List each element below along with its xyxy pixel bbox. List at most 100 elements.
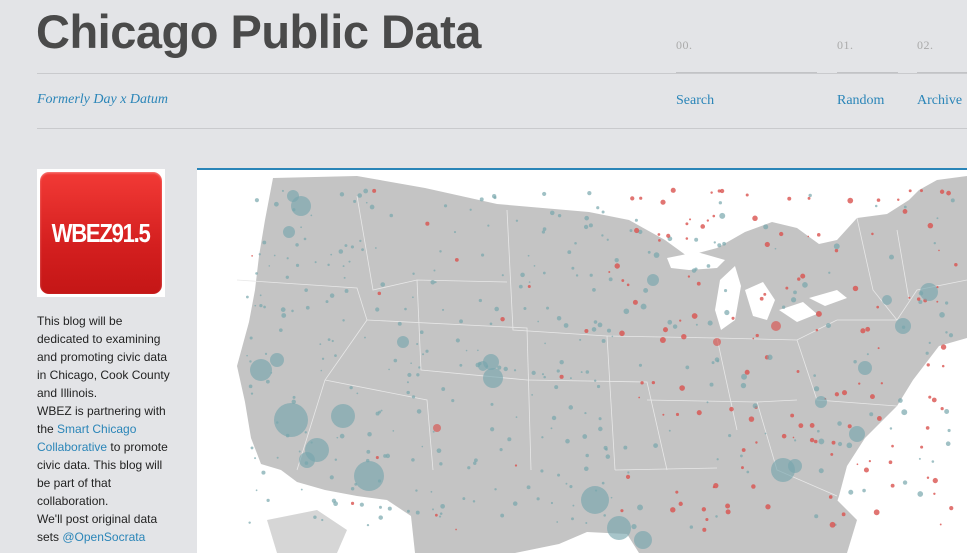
city-dot <box>713 338 721 346</box>
county-dot <box>268 265 271 267</box>
county-dot <box>631 523 637 530</box>
county-dot <box>583 224 589 230</box>
county-dot <box>717 189 721 193</box>
county-dot <box>614 257 619 263</box>
county-dot <box>634 218 638 222</box>
county-dot <box>869 412 874 417</box>
county-dot <box>718 201 723 205</box>
county-dot <box>712 214 716 218</box>
county-dot <box>549 210 555 216</box>
county-dot <box>954 263 958 267</box>
county-dot <box>873 509 880 516</box>
county-dot <box>407 372 412 378</box>
county-dot <box>748 416 755 422</box>
county-dot <box>344 289 349 293</box>
county-dot <box>250 392 254 395</box>
county-dot <box>941 364 945 368</box>
county-dot <box>639 196 643 200</box>
county-dot <box>389 213 394 218</box>
nav-link-random[interactable]: Random <box>837 93 884 109</box>
county-dot <box>862 488 866 493</box>
county-dot <box>249 336 253 340</box>
county-dot <box>916 297 921 301</box>
city-dot <box>397 336 409 348</box>
county-dot <box>640 381 644 385</box>
county-dot <box>629 229 633 233</box>
county-dot <box>246 354 248 357</box>
mexico-shape <box>267 510 347 553</box>
county-dot <box>292 395 296 399</box>
county-dot <box>790 413 795 418</box>
county-dot <box>592 287 596 292</box>
county-dot <box>625 474 631 479</box>
county-dot <box>865 326 871 332</box>
open-socrata-link[interactable]: @OpenSocrata <box>62 530 145 544</box>
county-dot <box>579 338 582 341</box>
us-dot-map[interactable] <box>197 168 967 553</box>
county-dot <box>245 295 249 299</box>
county-dot <box>717 243 722 248</box>
city-dot <box>305 438 329 462</box>
city-dot <box>882 295 892 305</box>
county-dot <box>940 407 944 411</box>
county-dot <box>897 198 900 202</box>
county-dot <box>889 254 894 260</box>
county-dot <box>559 359 564 365</box>
sidebar-post: We'll post original data sets @OpenSocra… <box>37 510 177 546</box>
county-dot <box>796 370 800 373</box>
county-dot <box>833 243 840 250</box>
county-dot <box>813 386 820 392</box>
county-dot <box>920 445 924 449</box>
county-dot <box>731 316 735 320</box>
county-dot <box>598 426 603 432</box>
county-dot <box>533 265 536 267</box>
nav-number: 02. <box>917 38 934 52</box>
county-dot <box>601 234 604 237</box>
county-dot <box>925 351 929 355</box>
city-dot <box>858 361 872 375</box>
county-dot <box>729 406 734 412</box>
nav-link-archive[interactable]: Archive <box>917 93 962 109</box>
site-title[interactable]: Chicago Public Data <box>36 4 481 60</box>
nav-link-search[interactable]: Search <box>676 93 714 109</box>
county-dot <box>455 338 460 343</box>
county-dot <box>632 299 638 305</box>
county-dot <box>365 201 368 204</box>
county-dot <box>439 512 443 515</box>
county-dot <box>336 436 339 439</box>
county-dot <box>831 440 836 445</box>
county-dot <box>691 313 698 319</box>
county-dot <box>455 528 457 531</box>
wbez-logo[interactable]: WBEZ91.5 <box>37 169 165 297</box>
county-dot <box>678 501 683 506</box>
county-dot <box>430 279 435 285</box>
county-dot <box>713 241 716 244</box>
city-dot <box>771 321 781 331</box>
county-dot <box>556 369 560 373</box>
county-dot <box>841 512 846 517</box>
county-dot <box>667 319 673 325</box>
county-dot <box>880 382 883 385</box>
nav-number: 01. <box>837 38 854 52</box>
county-dot <box>876 198 881 202</box>
county-dot <box>321 357 325 360</box>
county-dot <box>571 266 575 270</box>
county-dot <box>793 290 797 295</box>
county-dot <box>410 362 412 365</box>
county-dot <box>933 492 936 495</box>
city-dot <box>478 361 488 371</box>
county-dot <box>919 189 923 193</box>
county-dot <box>515 416 518 419</box>
county-dot <box>551 415 557 421</box>
city-dot <box>815 396 827 408</box>
county-dot <box>397 321 402 326</box>
county-dot <box>349 385 353 390</box>
county-dot <box>393 358 398 363</box>
county-dot <box>653 252 660 258</box>
county-dot <box>591 327 597 332</box>
county-dot <box>638 396 641 399</box>
county-dot <box>433 269 436 272</box>
county-dot <box>559 374 564 379</box>
county-dot <box>494 306 499 312</box>
county-dot <box>608 270 611 274</box>
